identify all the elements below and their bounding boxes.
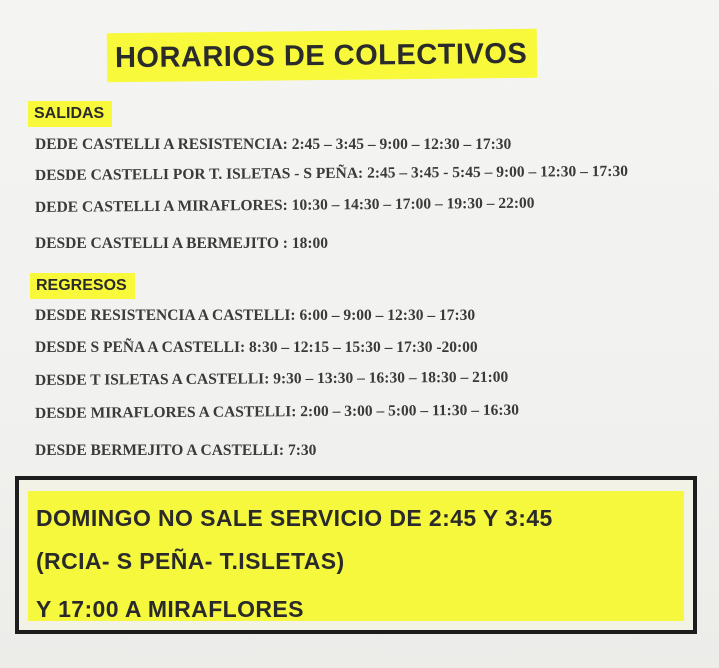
schedule-line: DESDE CASTELLI POR T. ISLETAS - S PEÑA: … bbox=[34, 162, 628, 184]
sunday-notice-box: DOMINGO NO SALE SERVICIO DE 2:45 Y 3:45 … bbox=[15, 476, 697, 634]
section-label-salidas: SALIDAS bbox=[28, 101, 113, 127]
schedule-line: DEDE CASTELLI A RESISTENCIA: 2:45 – 3:45… bbox=[35, 136, 512, 153]
notice-line: Y 17:00 A MIRAFLORES bbox=[36, 596, 304, 622]
schedule-line: DESDE BERMEJITO A CASTELLI: 7:30 bbox=[35, 442, 317, 459]
notice-highlight: DOMINGO NO SALE SERVICIO DE 2:45 Y 3:45 … bbox=[28, 491, 684, 622]
schedule-line: DEDE CASTELLI A MIRAFLORES: 10:30 – 14:3… bbox=[34, 194, 535, 216]
schedule-line: DESDE CASTELLI A BERMEJITO : 18:00 bbox=[35, 235, 328, 252]
notice-line: DOMINGO NO SALE SERVICIO DE 2:45 Y 3:45 bbox=[36, 505, 553, 531]
page-title: HORARIOS DE COLECTIVOS bbox=[106, 28, 538, 83]
section-label-regresos: REGRESOS bbox=[30, 273, 135, 299]
notice-line: (RCIA- S PEÑA- T.ISLETAS) bbox=[36, 548, 345, 574]
schedule-line: DESDE MIRAFLORES A CASTELLI: 2:00 – 3:00… bbox=[34, 401, 520, 422]
schedule-line: DESDE RESISTENCIA A CASTELLI: 6:00 – 9:0… bbox=[35, 307, 476, 324]
schedule-line: DESDE S PEÑA A CASTELLI: 8:30 – 12:15 – … bbox=[35, 339, 478, 356]
schedule-line: DESDE T ISLETAS A CASTELLI: 9:30 – 13:30… bbox=[34, 368, 509, 389]
schedule-paper: HORARIOS DE COLECTIVOS SALIDAS DEDE CAST… bbox=[0, 0, 719, 668]
